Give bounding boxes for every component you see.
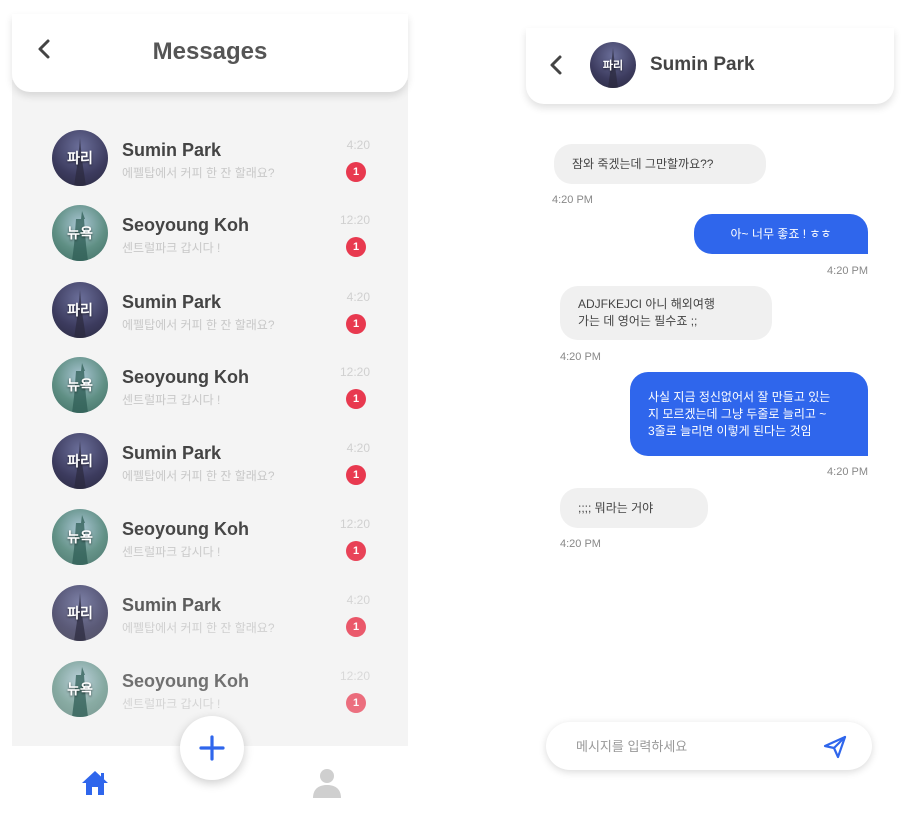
conversation-item[interactable]: 파리 Sumin Park 에펠탑에서 커피 한 잔 할래요? 4:20 1 (12, 130, 408, 200)
avatar: 파리 (52, 585, 108, 641)
message-time: 4:20 PM (552, 194, 593, 206)
contact-name: Sumin Park (122, 595, 222, 615)
avatar: 파리 (52, 282, 108, 338)
message-preview: 센트럴파크 갑시다 ! (122, 697, 221, 711)
chat-screen: 파리 Sumin Park 잠와 죽겠는데 그만할까요?? 4:20 PM 아~… (526, 0, 894, 830)
message-time: 12:20 (339, 213, 370, 227)
unread-badge: 1 (346, 617, 366, 637)
chat-header: 파리 Sumin Park (526, 28, 894, 104)
message-time: 4:20 PM (827, 265, 868, 277)
contact-name: Seoyoung Koh (122, 215, 249, 235)
avatar-label: 파리 (67, 605, 93, 621)
message-preview: 센트럴파크 갑시다 ! (122, 241, 221, 255)
avatar[interactable]: 파리 (590, 42, 636, 88)
avatar: 파리 (52, 130, 108, 186)
message-time: 4:20 (346, 290, 370, 304)
message-time: 12:20 (339, 669, 370, 683)
avatar-label: 파리 (67, 302, 93, 318)
avatar-label: 뉴욕 (67, 681, 93, 697)
incoming-message-bubble: ;;;; 뭐라는 거야 (560, 488, 708, 528)
avatar-label: 뉴욕 (67, 225, 93, 241)
avatar: 뉴욕 (52, 509, 108, 565)
avatar: 파리 (52, 433, 108, 489)
send-icon[interactable] (822, 734, 848, 760)
conversation-item[interactable]: 파리 Sumin Park 에펠탑에서 커피 한 잔 할래요? 4:20 1 (12, 433, 408, 503)
avatar-label: 파리 (67, 453, 93, 469)
message-preview: 에펠탑에서 커피 한 잔 할래요? (122, 166, 275, 180)
contact-name: Seoyoung Koh (122, 671, 249, 691)
message-preview: 에펠탑에서 커피 한 잔 할래요? (122, 469, 275, 483)
message-preview: 에펠탑에서 커피 한 잔 할래요? (122, 621, 275, 635)
messages-header: Messages (12, 14, 408, 92)
home-icon[interactable] (80, 768, 110, 798)
message-input[interactable] (576, 736, 806, 756)
unread-badge: 1 (346, 162, 366, 182)
contact-name: Sumin Park (650, 54, 755, 75)
unread-badge: 1 (346, 541, 366, 561)
contact-name: Sumin Park (122, 292, 222, 312)
avatar: 뉴욕 (52, 357, 108, 413)
avatar-label: 뉴욕 (67, 529, 93, 545)
message-preview: 에펠탑에서 커피 한 잔 할래요? (122, 318, 275, 332)
message-text: 사실 지금 정신없어서 잘 만들고 있는 (648, 389, 831, 404)
avatar-label: 뉴욕 (67, 377, 93, 393)
message-time: 4:20 (346, 593, 370, 607)
message-time: 4:20 PM (827, 466, 868, 478)
message-text: ;;;; 뭐라는 거야 (578, 500, 654, 515)
conversation-item[interactable]: 파리 Sumin Park 에펠탑에서 커피 한 잔 할래요? 4:20 1 (12, 282, 408, 352)
message-time: 4:20 PM (560, 538, 601, 550)
conversation-item[interactable]: 뉴욕 Seoyoung Koh 센트럴파크 갑시다 ! 12:20 1 (12, 357, 408, 427)
unread-badge: 1 (346, 693, 366, 713)
chevron-left-icon[interactable] (544, 52, 570, 78)
contact-name: Sumin Park (122, 443, 222, 463)
contact-name: Seoyoung Koh (122, 519, 249, 539)
message-text: 아~ 너무 좋죠 ! ㅎㅎ (730, 226, 832, 241)
page-title: Messages (152, 38, 268, 65)
unread-badge: 1 (346, 389, 366, 409)
message-composer (546, 722, 872, 770)
message-preview: 센트럴파크 갑시다 ! (122, 545, 221, 559)
message-time: 4:20 PM (560, 351, 601, 363)
avatar: 뉴욕 (52, 205, 108, 261)
messages-screen: Messages 파리 Sumin Park 에펠탑에서 커피 한 잔 할래요?… (12, 0, 408, 830)
conversation-item[interactable]: 뉴욕 Seoyoung Koh 센트럴파크 갑시다 ! 12:20 1 (12, 509, 408, 579)
avatar: 뉴욕 (52, 661, 108, 717)
unread-badge: 1 (346, 465, 366, 485)
message-time: 4:20 (346, 138, 370, 152)
unread-badge: 1 (346, 314, 366, 334)
plus-icon (199, 735, 225, 761)
contact-name: Sumin Park (122, 140, 222, 160)
contact-name: Seoyoung Koh (122, 367, 249, 387)
message-preview: 센트럴파크 갑시다 ! (122, 393, 221, 407)
incoming-message-bubble: ADJFKEJCI 아니 해외여행 가는 데 영어는 필수죠 ;; (560, 286, 772, 340)
conversation-item[interactable]: 파리 Sumin Park 에펠탑에서 커피 한 잔 할래요? 4:20 1 (12, 585, 408, 655)
new-message-button[interactable] (180, 716, 244, 780)
message-text: 3줄로 늘리면 이렇게 된다는 것임 (648, 423, 812, 438)
unread-badge: 1 (346, 237, 366, 257)
message-text: 가는 데 영어는 필수죠 ;; (578, 314, 698, 328)
message-text: 잠와 죽겠는데 그만할까요?? (572, 156, 714, 171)
conversation-item[interactable]: 뉴욕 Seoyoung Koh 센트럴파크 갑시다 ! 12:20 1 (12, 205, 408, 275)
avatar-label: 파리 (602, 60, 624, 72)
message-text: ADJFKEJCI 아니 해외여행 (578, 297, 715, 311)
message-time: 12:20 (339, 517, 370, 531)
avatar-label: 파리 (67, 150, 93, 166)
user-icon[interactable] (310, 766, 344, 800)
message-text: 지 모르겠는데 그냥 두줄로 늘리고 ~ (648, 406, 827, 421)
outgoing-message-bubble: 아~ 너무 좋죠 ! ㅎㅎ (694, 214, 868, 254)
outgoing-message-bubble: 사실 지금 정신없어서 잘 만들고 있는 지 모르겠는데 그냥 두줄로 늘리고 … (630, 372, 868, 456)
message-time: 12:20 (339, 365, 370, 379)
incoming-message-bubble: 잠와 죽겠는데 그만할까요?? (554, 144, 766, 184)
message-time: 4:20 (346, 441, 370, 455)
